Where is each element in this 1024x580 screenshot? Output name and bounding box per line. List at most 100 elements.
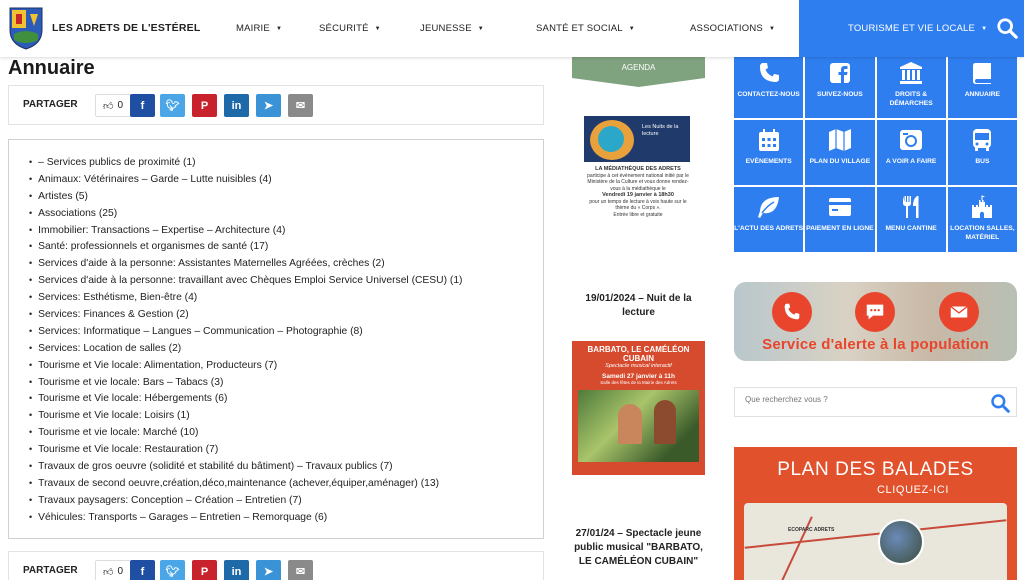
quick-link-droits[interactable]: DROITS & DÉMARCHES: [876, 53, 946, 118]
nav-securite[interactable]: SÉCURITÉ ▼: [319, 23, 381, 34]
search-input[interactable]: [745, 395, 975, 404]
poster-line: participe à cet évènement national initi…: [587, 172, 689, 192]
event-caption[interactable]: 19/01/2024 – Nuit de la lecture: [572, 292, 705, 320]
directory-item[interactable]: Services: Informatique – Langues – Commu…: [29, 323, 543, 340]
share-facebook-button[interactable]: f: [130, 94, 155, 117]
quick-link-contact[interactable]: CONTACTEZ-NOUS: [734, 53, 804, 118]
quick-link-plan[interactable]: PLAN DU VILLAGE: [805, 120, 875, 185]
event-poster-barbato[interactable]: BARBATO, LE CAMÉLÉON CUBAIN Spectacle mu…: [572, 341, 705, 515]
directory-item[interactable]: Travaux de second oeuvre,création,déco,m…: [29, 475, 543, 492]
directory-item[interactable]: Services: Finances & Gestion (2): [29, 306, 543, 323]
share-pinterest-button[interactable]: P: [192, 94, 217, 117]
map-label: ECOPARC ADRETS: [788, 527, 835, 533]
share-email-button[interactable]: ✉: [288, 560, 313, 580]
directory-item[interactable]: Services d'aide à la personne: Assistant…: [29, 255, 543, 272]
site-name[interactable]: LES ADRETS DE L'ESTÉREL: [52, 22, 200, 34]
balades-cta: CLIQUEZ-ICI: [877, 484, 949, 496]
nav-mairie[interactable]: MAIRIE ▼: [236, 23, 282, 34]
map-icon: [828, 129, 851, 151]
like-count: 0: [117, 100, 123, 111]
nav-tourisme[interactable]: TOURISME ET VIE LOCALE ▼: [848, 23, 987, 34]
share-linkedin-button[interactable]: in: [224, 560, 249, 580]
quick-link-label: ANNUAIRE: [964, 91, 1001, 98]
twitter-icon: 🐦︎: [165, 566, 180, 578]
nav-active-section: TOURISME ET VIE LOCALE ▼: [799, 0, 1024, 57]
directory-item[interactable]: Animaux: Vétérinaires – Garde – Lutte nu…: [29, 171, 543, 188]
alert-service-banner[interactable]: Service d'alerte à la population: [734, 282, 1017, 361]
directory-item[interactable]: Tourisme et Vie locale: Hébergements (6): [29, 390, 543, 407]
event-poster-nuit-lecture[interactable]: Les Nuits de la lecture LA MÉDIATHÈQUE D…: [584, 116, 692, 272]
directory-item[interactable]: Tourisme et Vie locale: Alimentation, Pr…: [29, 357, 543, 374]
directory-item[interactable]: Services: Esthétisme, Bien-être (4): [29, 289, 543, 306]
like-button[interactable]: 👍︎ 0: [95, 560, 131, 580]
directory-item[interactable]: Services: Location de salles (2): [29, 340, 543, 357]
nav-label: MAIRIE: [236, 23, 270, 34]
caret-down-icon: ▼: [981, 25, 988, 32]
share-email-button[interactable]: ✉: [288, 94, 313, 117]
nav-label: JEUNESSE: [420, 23, 472, 34]
quick-link-evenements[interactable]: EVÈNEMENTS: [734, 120, 804, 185]
credit-card-icon: [828, 198, 851, 216]
quick-link-cantine[interactable]: MENU CANTINE: [876, 187, 946, 252]
quick-link-annuaire[interactable]: ANNUAIRE: [947, 53, 1017, 118]
share-twitter-button[interactable]: 🐦︎: [160, 560, 185, 580]
alert-service-text: Service d'alerte à la population: [762, 336, 989, 353]
nav-label: SANTÉ ET SOCIAL: [536, 23, 623, 34]
quick-link-follow[interactable]: SUIVEZ-NOUS: [805, 53, 875, 118]
book-icon: [973, 63, 992, 84]
poster-title: BARBATO, LE CAMÉLÉON CUBAIN: [587, 345, 690, 363]
directory-item[interactable]: Travaux paysagers: Conception – Création…: [29, 492, 543, 509]
quick-link-label: BUS: [975, 158, 990, 165]
share-pinterest-button[interactable]: P: [192, 560, 217, 580]
nav-label: TOURISME ET VIE LOCALE: [848, 23, 976, 34]
share-telegram-button[interactable]: ➤: [256, 94, 281, 117]
like-button[interactable]: 👍︎ 0: [95, 94, 131, 117]
pinterest-icon: P: [200, 99, 209, 112]
directory-item[interactable]: Véhicules: Transports – Garages – Entret…: [29, 509, 543, 526]
event-caption[interactable]: 27/01/24 – Spectacle jeune public musica…: [572, 527, 705, 569]
search-icon[interactable]: [990, 393, 1010, 413]
directory-item[interactable]: Santé: professionnels et organismes de s…: [29, 238, 543, 255]
quick-link-bus[interactable]: BUS: [947, 120, 1017, 185]
directory-item[interactable]: Tourisme et Vie locale: Loisirs (1): [29, 407, 543, 424]
share-bar-top: PARTAGER 👍︎ 0 f 🐦︎ P in ➤ ✉: [8, 85, 544, 125]
share-telegram-button[interactable]: ➤: [256, 560, 281, 580]
coat-of-arms-logo[interactable]: [8, 6, 44, 50]
castle-icon: [972, 195, 993, 218]
share-facebook-button[interactable]: f: [130, 560, 155, 580]
twitter-icon: 🐦︎: [165, 100, 180, 112]
share-linkedin-button[interactable]: in: [224, 94, 249, 117]
nav-sante-social[interactable]: SANTÉ ET SOCIAL ▼: [536, 23, 635, 34]
poster-line: Entrée libre et gratuite: [613, 211, 663, 218]
nav-jeunesse[interactable]: JEUNESSE ▼: [420, 23, 484, 34]
directory-item[interactable]: Immobilier: Transactions – Expertise – A…: [29, 222, 543, 239]
directory-item[interactable]: Services d'aide à la personne: travailla…: [29, 272, 543, 289]
quick-link-a-voir[interactable]: A VOIR A FAIRE: [876, 120, 946, 185]
quick-link-paiement[interactable]: PAIEMENT EN LIGNE: [805, 187, 875, 252]
camera-icon: [900, 130, 923, 150]
search-icon[interactable]: [996, 17, 1018, 39]
directory-item[interactable]: Tourisme et vie locale: Marché (10): [29, 424, 543, 441]
email-icon: ✉: [295, 566, 306, 578]
poster-line: pour un temps de lecture à voix haute su…: [589, 198, 687, 212]
directory-item[interactable]: Artistes (5): [29, 188, 543, 205]
share-twitter-button[interactable]: 🐦︎: [160, 94, 185, 117]
like-count: 0: [117, 566, 123, 577]
quick-link-label: MENU CANTINE: [885, 225, 937, 232]
directory-item[interactable]: Travaux de gros oeuvre (solidité et stab…: [29, 458, 543, 475]
directory-item[interactable]: – Services publics de proximité (1): [29, 154, 543, 171]
directory-item[interactable]: Associations (25): [29, 205, 543, 222]
facebook-icon: f: [140, 565, 145, 578]
quick-link-location[interactable]: LOCATION SALLES, MATÉRIEL: [947, 187, 1017, 252]
map-photo-thumbnail: [878, 519, 924, 565]
poster-place: Salle des fêtes de la Mairie des Adrets: [600, 380, 677, 385]
quick-link-label: PAIEMENT EN LIGNE: [806, 225, 874, 232]
quick-link-label: CONTACTEZ-NOUS: [737, 91, 800, 98]
directory-item[interactable]: Tourisme et Vie locale: Restauration (7): [29, 441, 543, 458]
directory-item[interactable]: Tourisme et vie locale: Bars – Tabacs (3…: [29, 374, 543, 391]
nav-associations[interactable]: ASSOCIATIONS ▼: [690, 23, 775, 34]
agenda-heading[interactable]: AGENDA: [572, 57, 705, 87]
balades-map-banner[interactable]: PLAN DES BALADES CLIQUEZ-ICI ECOPARC ADR…: [734, 447, 1017, 580]
poster-date: Vendredi 19 janvier à 18h30: [602, 192, 674, 198]
quick-link-actu[interactable]: L'ACTU DES ADRETS: [734, 187, 804, 252]
